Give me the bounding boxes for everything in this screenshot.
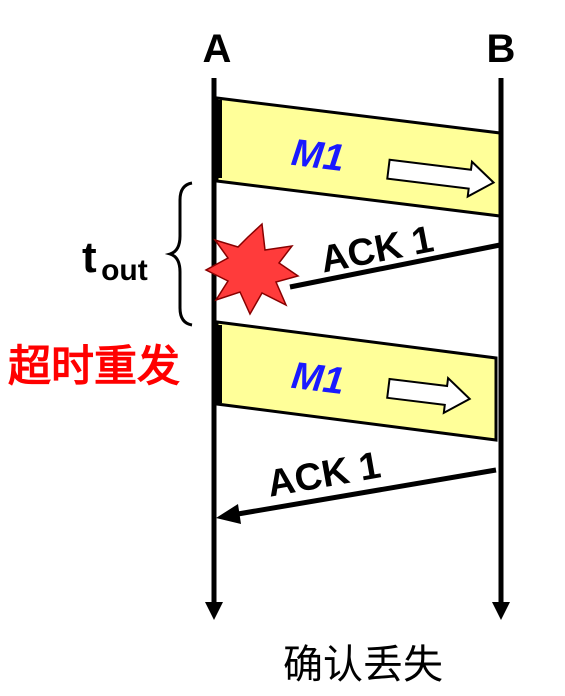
retransmit-label: 超时重发 <box>8 342 180 392</box>
timeout-label: t out <box>82 233 148 287</box>
sender-marker-first <box>214 100 222 178</box>
timeline-a-arrowhead <box>205 602 223 620</box>
diagram-caption: 确认丢失 <box>283 642 443 688</box>
ack-arrowhead-received <box>216 504 241 524</box>
ack-loss-diagram: A B M1 ACK 1 t out 超时重发 M1 ACK 1 确认丢失 <box>8 27 516 688</box>
message-label-m1-first: M1 <box>289 132 347 180</box>
ack-label-received: ACK 1 <box>264 444 384 505</box>
timeline-b-arrowhead <box>492 602 510 620</box>
timeout-label-subscript: out <box>101 254 148 287</box>
timeout-brace <box>164 181 193 327</box>
timeout-label-base: t <box>82 233 97 282</box>
message-band-m1-first <box>215 96 502 218</box>
sender-marker-retransmit <box>214 325 222 403</box>
participant-b-label: B <box>487 27 516 71</box>
message-label-m1-retransmit: M1 <box>289 355 347 403</box>
message-band-m1-retransmit <box>215 320 498 442</box>
participant-a-label: A <box>203 27 232 71</box>
loss-explosion-icon <box>204 222 300 316</box>
